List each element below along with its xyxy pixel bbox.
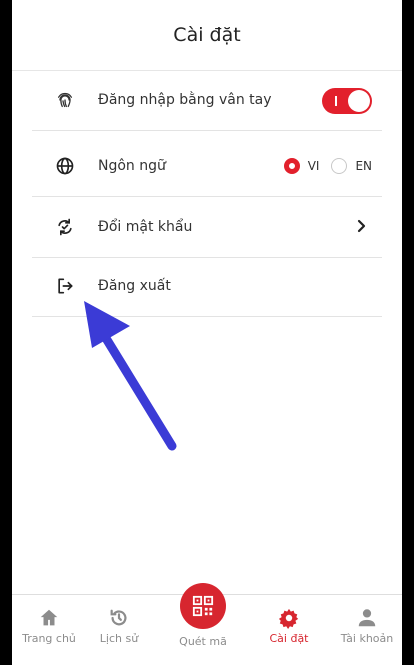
tab-label: Quét mã bbox=[179, 635, 227, 648]
tab-label: Tài khoản bbox=[340, 632, 394, 645]
user-icon bbox=[358, 609, 376, 627]
settings-screen: Cài đặt Đăng nhập bằng vân tay Ngôn ngữ … bbox=[12, 0, 402, 665]
tab-label: Lịch sử bbox=[99, 632, 139, 645]
tab-account[interactable]: Tài khoản bbox=[328, 595, 402, 665]
tab-history[interactable]: Lịch sử bbox=[80, 595, 158, 665]
gear-icon bbox=[278, 608, 299, 629]
tab-home[interactable]: Trang chủ bbox=[12, 595, 88, 665]
scan-qr-button[interactable] bbox=[180, 583, 226, 629]
tab-label: Trang chủ bbox=[22, 632, 76, 645]
history-icon bbox=[110, 609, 127, 626]
tab-settings[interactable]: Cài đặt bbox=[250, 595, 328, 665]
home-icon bbox=[40, 609, 58, 626]
qr-code-icon bbox=[192, 595, 214, 617]
annotation-arrow bbox=[84, 301, 177, 451]
tab-label: Cài đặt bbox=[269, 632, 309, 645]
